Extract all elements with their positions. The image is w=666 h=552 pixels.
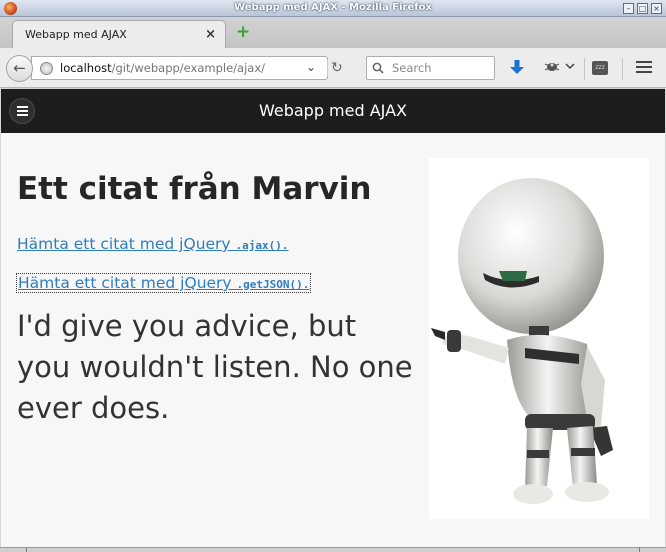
minimize-icon[interactable]: – — [623, 3, 634, 14]
reload-icon[interactable]: ↻ — [331, 60, 343, 76]
url-bar[interactable]: localhost/git/webapp/example/ajax/ ⌄ — [31, 56, 328, 80]
zzz-icon[interactable]: zzz — [592, 61, 608, 75]
download-icon[interactable] — [509, 59, 525, 77]
status-bar-tick — [639, 547, 640, 552]
marvin-robot-image — [429, 158, 649, 519]
site-title: Webapp med AJAX — [258, 101, 408, 120]
new-tab-icon[interactable]: + — [236, 24, 250, 41]
search-icon — [372, 59, 384, 78]
maximize-icon[interactable]: □ — [637, 3, 648, 14]
tab-webapp-med-ajax[interactable]: Webapp med AJAX × — [12, 20, 226, 49]
page-title: Ett citat från Marvin — [17, 171, 372, 207]
close-window-icon[interactable]: × — [651, 3, 662, 14]
search-input[interactable]: Search — [366, 56, 495, 80]
window-titlebar: Webapp med AJAX - Mozilla Firefox – □ × — [0, 0, 666, 17]
navigation-toolbar: localhost/git/webapp/example/ajax/ ⌄ ← ↻… — [0, 48, 666, 88]
globe-icon[interactable] — [40, 62, 53, 75]
web-page: Webapp med AJAX Ett citat från Marvin Hä… — [1, 89, 665, 547]
url-text[interactable]: localhost/git/webapp/example/ajax/ — [60, 61, 265, 75]
addon-dropdown-icon[interactable] — [565, 60, 575, 73]
marvin-quote: I'd give you advice, but you wouldn't li… — [17, 309, 413, 425]
fetch-quote-ajax-link[interactable]: Hämta ett citat med jQuery .ajax(). — [17, 235, 289, 253]
status-bar-edge — [0, 547, 666, 552]
tab-label: Webapp med AJAX — [25, 28, 127, 41]
search-placeholder: Search — [392, 61, 432, 75]
status-bar-tick — [26, 547, 27, 552]
site-header: Webapp med AJAX — [1, 89, 665, 133]
back-button[interactable]: ← — [6, 55, 33, 82]
url-history-dropdown-icon[interactable]: ⌄ — [306, 60, 316, 74]
tab-strip: Webapp med AJAX × + — [0, 17, 666, 49]
toolbar-divider — [622, 58, 623, 80]
hamburger-menu-icon[interactable] — [636, 61, 652, 75]
url-bar-divider — [327, 60, 328, 76]
tab-close-icon[interactable]: × — [205, 27, 216, 42]
window-title: Webapp med AJAX - Mozilla Firefox — [234, 2, 432, 13]
bug-icon[interactable] — [543, 60, 561, 78]
toolbar-divider — [584, 58, 585, 80]
fetch-quote-getjson-link[interactable]: Hämta ett citat med jQuery .getJSON(). — [16, 273, 312, 293]
